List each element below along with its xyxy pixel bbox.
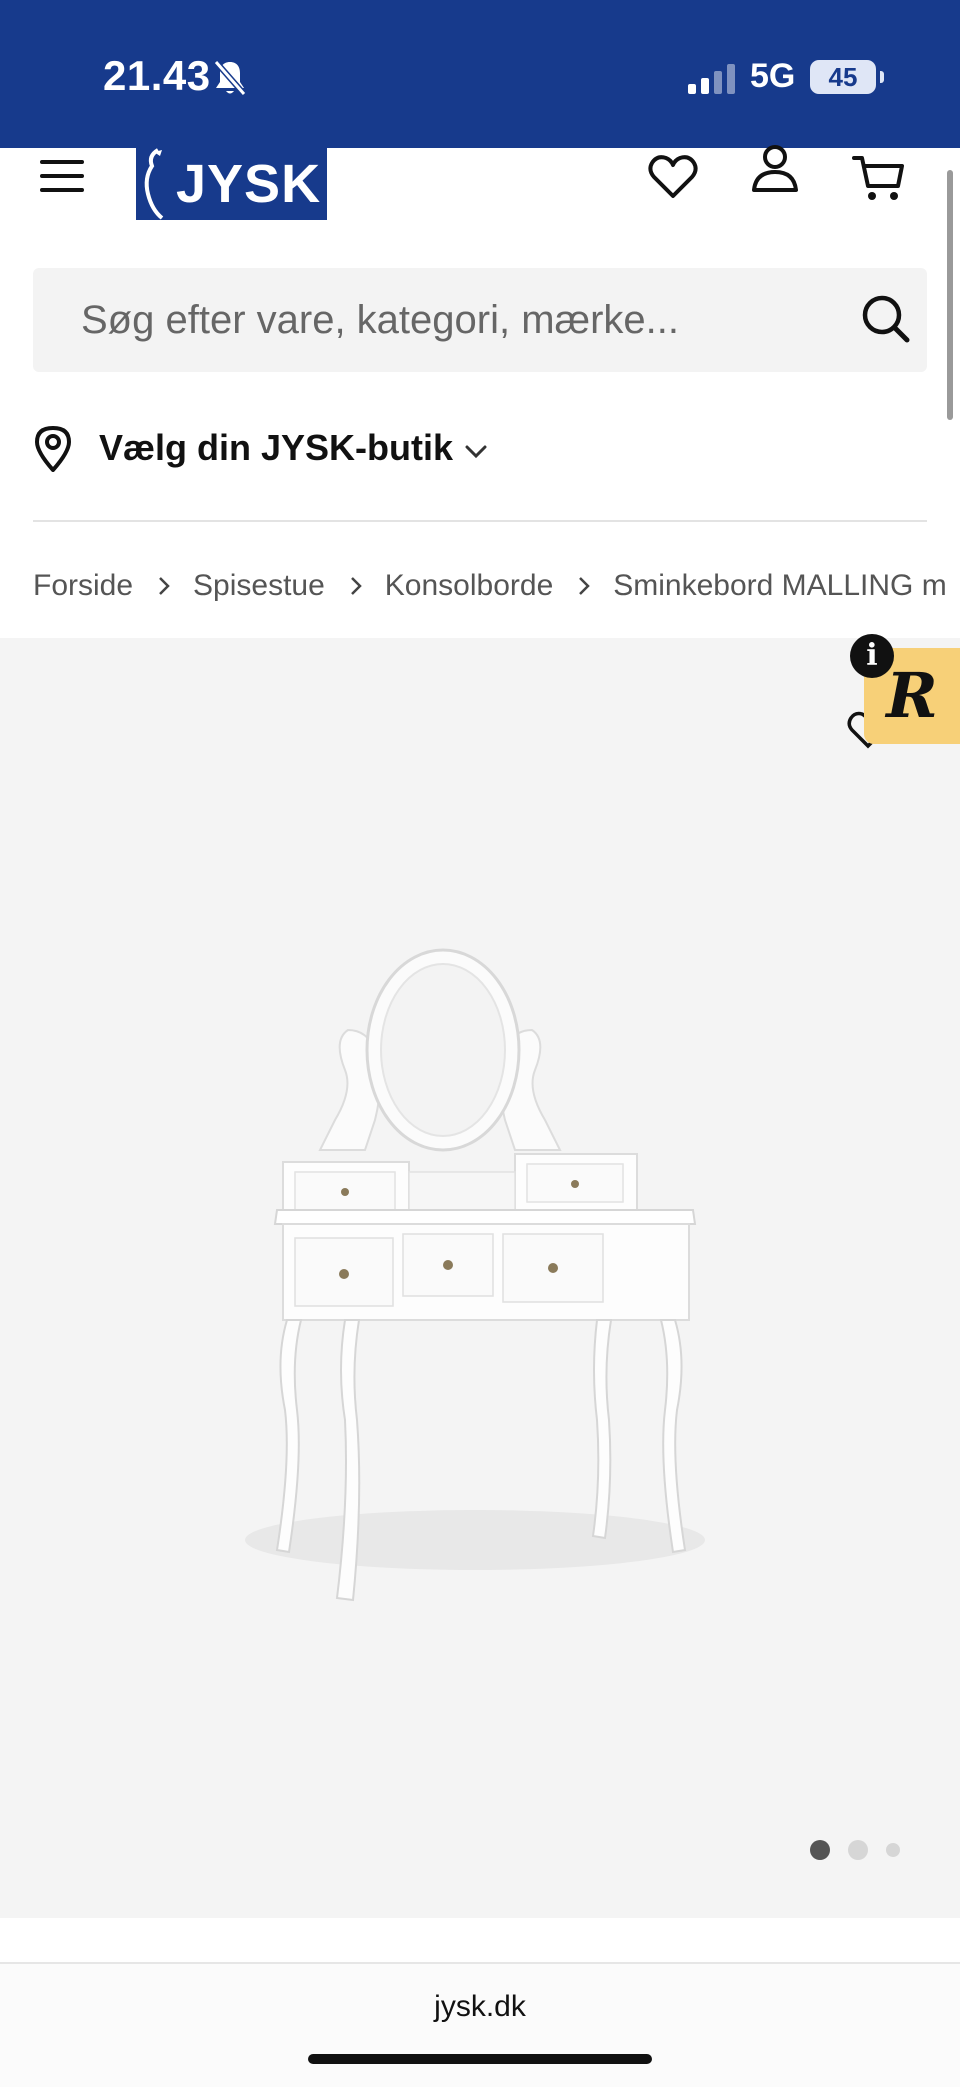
- chevron-down-icon: [465, 445, 487, 459]
- scrollbar[interactable]: [947, 170, 953, 420]
- browser-url[interactable]: jysk.dk: [0, 1990, 960, 2024]
- breadcrumb-item-current: Sminkebord MALLING m: [613, 569, 947, 602]
- chevron-right-icon: [579, 577, 591, 595]
- home-indicator[interactable]: [308, 2054, 652, 2064]
- search-bar: [33, 268, 927, 372]
- gallery-dot-1[interactable]: [810, 1840, 830, 1860]
- logo-bird-mark: [144, 148, 164, 220]
- breadcrumb: Forside Spisestue Konsolborde Sminkebord…: [33, 566, 960, 606]
- status-bar: 21.43 5G 45: [0, 0, 960, 148]
- breadcrumb-item-spisestue[interactable]: Spisestue: [193, 569, 325, 603]
- bell-muted-icon: [213, 60, 247, 96]
- menu-icon-bar: [40, 174, 84, 178]
- cart-icon[interactable]: [852, 150, 906, 204]
- user-icon[interactable]: [748, 142, 802, 196]
- network-type: 5G: [750, 57, 796, 95]
- breadcrumb-item-forside[interactable]: Forside: [33, 569, 133, 603]
- battery-icon: 45: [810, 60, 884, 94]
- menu-icon-bar: [40, 188, 84, 192]
- signal-icon: [688, 64, 735, 94]
- store-picker[interactable]: Vælg din JYSK-butik: [33, 420, 487, 476]
- status-time: 21.43: [103, 52, 211, 99]
- gallery-dot-2[interactable]: [848, 1840, 868, 1860]
- location-pin-icon: [35, 426, 71, 472]
- menu-icon-bar: [40, 160, 84, 164]
- info-icon[interactable]: i: [850, 634, 894, 678]
- store-picker-label: Vælg din JYSK-butik: [99, 427, 454, 468]
- gallery-pagination: [810, 1840, 918, 1860]
- product-image[interactable]: [225, 940, 730, 1620]
- breadcrumb-item-konsolborde[interactable]: Konsolborde: [385, 569, 553, 603]
- divider: [33, 520, 927, 522]
- chevron-right-icon: [350, 577, 362, 595]
- menu-button[interactable]: [40, 160, 84, 196]
- search-input[interactable]: [81, 294, 801, 346]
- search-icon[interactable]: [859, 292, 913, 346]
- browser-address-bar: [0, 1962, 960, 2087]
- chevron-right-icon: [159, 577, 170, 595]
- heart-icon[interactable]: [646, 150, 700, 204]
- gallery-dot-3[interactable]: [886, 1843, 900, 1857]
